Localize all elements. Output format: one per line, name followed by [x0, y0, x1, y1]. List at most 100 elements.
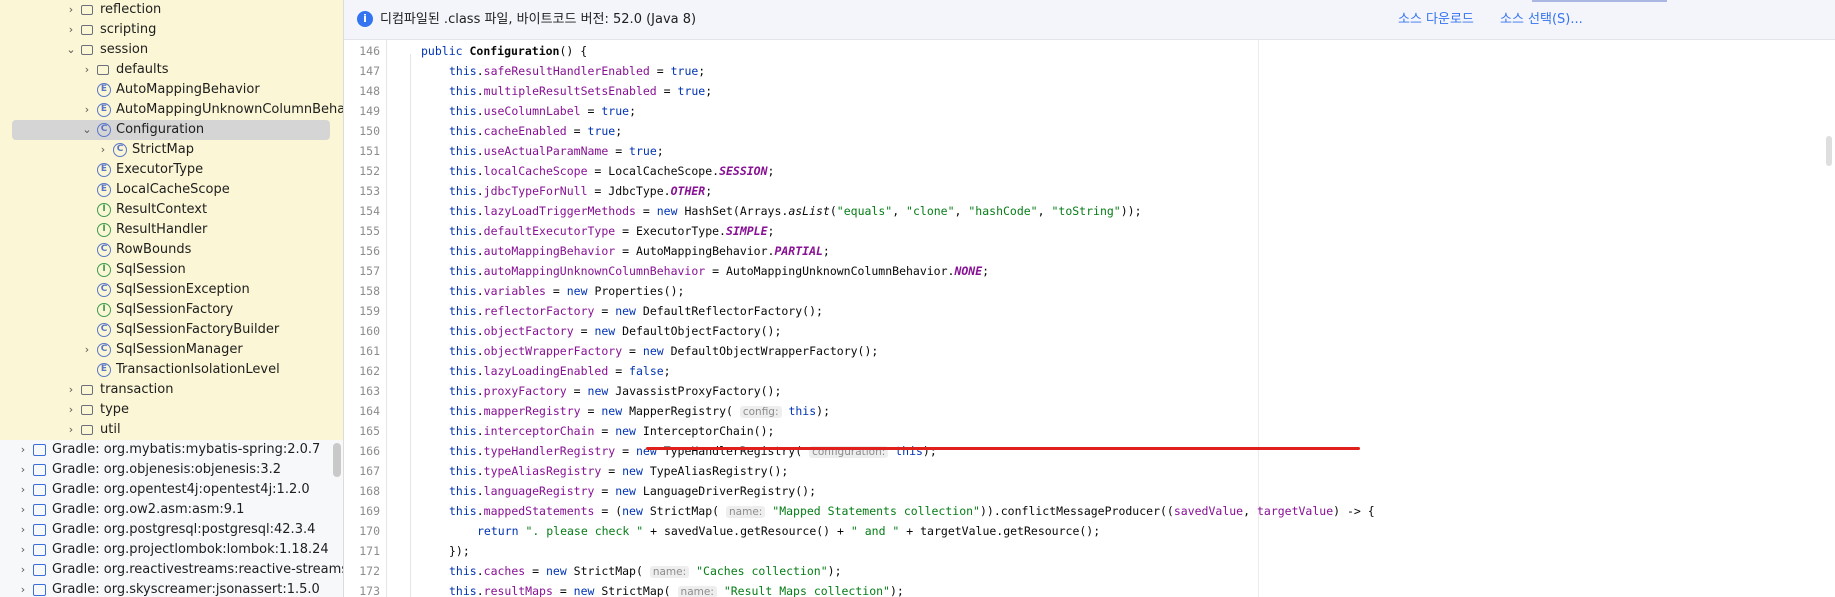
code-token: ; — [822, 244, 830, 258]
code-line: 146 public Configuration() { — [344, 41, 1835, 61]
tree-item-label: SqlSessionException — [116, 282, 250, 297]
code-token: = — [566, 124, 588, 138]
tree-item[interactable]: › Gradle: org.opentest4j:opentest4j:1.2.0 — [0, 480, 343, 500]
project-tree-scrollbar[interactable] — [333, 443, 341, 477]
code-token: new — [622, 504, 650, 518]
tree-item-label: ResultHandler — [116, 222, 208, 237]
project-tree[interactable]: › reflection › scripting ⌄ session › defaults E A… — [0, 0, 344, 597]
chevron-right-icon[interactable]: › — [63, 380, 79, 400]
editor-scrollbar[interactable] — [1826, 136, 1832, 166]
tree-item[interactable]: ⌄ session — [0, 40, 343, 60]
code-text: this.localCacheScope = LocalCacheScope.S… — [449, 161, 774, 181]
library-icon — [33, 544, 46, 556]
code-token: this — [449, 204, 477, 218]
tree-item[interactable]: › Gradle: org.ow2.asm:asm:9.1 — [0, 500, 343, 520]
code-token: = — [545, 284, 567, 298]
tree-item[interactable]: ⌄ C Configuration — [0, 120, 343, 140]
chevron-right-icon[interactable]: › — [15, 580, 31, 597]
tree-item-label: RowBounds — [116, 242, 192, 257]
line-number: 161 — [359, 344, 380, 358]
line-number: 151 — [359, 144, 380, 158]
chevron-right-icon[interactable]: › — [15, 520, 31, 540]
chevron-down-icon[interactable]: ⌄ — [63, 40, 79, 60]
chevron-right-icon[interactable]: › — [15, 460, 31, 480]
tree-item[interactable]: › C StrictMap — [0, 140, 343, 160]
tree-item[interactable]: › defaults — [0, 60, 343, 80]
code-token: this — [449, 464, 477, 478]
tree-item[interactable]: › Gradle: org.objenesis:objenesis:3.2 — [0, 460, 343, 480]
code-token: = — [608, 364, 630, 378]
code-token: . — [476, 484, 484, 498]
tree-item[interactable]: I SqlSession — [0, 260, 343, 280]
chevron-right-icon[interactable]: › — [79, 60, 95, 80]
code-token: localCacheScope — [483, 164, 588, 178]
code-token: this — [449, 584, 477, 597]
tree-item[interactable]: › reflection — [0, 0, 343, 20]
download-sources-link[interactable]: 소스 다운로드 — [1398, 0, 1474, 39]
tree-item[interactable]: E AutoMappingBehavior — [0, 80, 343, 100]
chevron-right-icon[interactable]: › — [95, 140, 111, 160]
tree-item[interactable]: I ResultContext — [0, 200, 343, 220]
code-token: = JdbcType. — [587, 184, 671, 198]
line-number: 149 — [359, 104, 380, 118]
tree-item[interactable]: › type — [0, 400, 343, 420]
tree-item[interactable]: › scripting — [0, 20, 343, 40]
chevron-right-icon[interactable]: › — [63, 0, 79, 20]
tree-item[interactable]: › Gradle: org.reactivestreams:reactive-st… — [0, 560, 343, 580]
chevron-right-icon[interactable]: › — [15, 440, 31, 460]
interface-icon: I — [97, 263, 111, 277]
code-line: 172 this.caches = new StrictMap( name: "C… — [344, 561, 1835, 581]
tree-item[interactable]: E TransactionIsolationLevel — [0, 360, 343, 380]
tree-item-label: util — [100, 422, 121, 437]
chevron-right-icon[interactable]: › — [15, 500, 31, 520]
parameter-hint: config: — [739, 406, 782, 418]
tree-item[interactable]: › Gradle: org.mybatis:mybatis-spring:2.0.… — [0, 440, 343, 460]
chevron-right-icon[interactable]: › — [63, 20, 79, 40]
code-token: this — [449, 184, 477, 198]
tree-item-label: ExecutorType — [116, 162, 204, 177]
tree-item[interactable]: › transaction — [0, 380, 343, 400]
code-token: + savedValue.getResource() + — [643, 524, 851, 538]
tree-item-label: Gradle: org.mybatis:mybatis-spring:2.0.7 — [52, 442, 321, 457]
folder-icon — [81, 45, 93, 55]
tree-item[interactable]: › Gradle: org.projectlombok:lombok:1.18.2… — [0, 540, 343, 560]
code-line: 157 this.autoMappingUnknownColumnBehavior… — [344, 261, 1835, 281]
code-line: 169 this.mappedStatements = (new StrictMa… — [344, 501, 1835, 521]
code-line: 156 this.autoMappingBehavior = AutoMappin… — [344, 241, 1835, 261]
class-icon: C — [97, 283, 111, 297]
code-editor[interactable]: 146 public Configuration() {147 this.safeR… — [344, 40, 1835, 597]
code-token: new — [615, 424, 643, 438]
line-number: 159 — [359, 304, 380, 318]
tree-item[interactable]: C SqlSessionException — [0, 280, 343, 300]
code-line: 150 this.cacheEnabled = true; — [344, 121, 1835, 141]
tree-item[interactable]: C SqlSessionFactoryBuilder — [0, 320, 343, 340]
library-icon — [33, 444, 46, 456]
chevron-right-icon[interactable]: › — [79, 100, 95, 120]
code-token: this — [449, 484, 477, 498]
chevron-right-icon[interactable]: › — [15, 540, 31, 560]
line-number: 160 — [359, 324, 380, 338]
tree-item[interactable]: ›E AutoMappingUnknownColumnBehavior — [0, 100, 343, 120]
tree-item[interactable]: › util — [0, 420, 343, 440]
chevron-right-icon[interactable]: › — [63, 420, 79, 440]
code-token: TypeAliasRegistry(); — [649, 464, 789, 478]
tree-item[interactable]: C RowBounds — [0, 240, 343, 260]
chevron-right-icon[interactable]: › — [15, 560, 31, 580]
tree-item[interactable]: › Gradle: org.postgresql:postgresql:42.3.… — [0, 520, 343, 540]
code-line: 164 this.mapperRegistry = new MapperRegis… — [344, 401, 1835, 421]
code-token: LanguageDriverRegistry(); — [642, 484, 816, 498]
chevron-down-icon[interactable]: ⌄ — [79, 120, 95, 140]
tree-item[interactable]: I ResultHandler — [0, 220, 343, 240]
tree-item[interactable]: E ExecutorType — [0, 160, 343, 180]
chevron-right-icon[interactable]: › — [79, 340, 95, 360]
choose-sources-link[interactable]: 소스 선택(S)... — [1500, 0, 1583, 39]
code-token: . — [476, 404, 484, 418]
tree-item[interactable]: E LocalCacheScope — [0, 180, 343, 200]
code-token: new — [615, 484, 643, 498]
tree-item[interactable]: › C SqlSessionManager — [0, 340, 343, 360]
chevron-right-icon[interactable]: › — [63, 400, 79, 420]
tree-item[interactable]: I SqlSessionFactory — [0, 300, 343, 320]
tree-item[interactable]: › Gradle: org.skyscreamer:jsonassert:1.5.… — [0, 580, 343, 597]
code-token: variables — [483, 284, 546, 298]
chevron-right-icon[interactable]: › — [15, 480, 31, 500]
